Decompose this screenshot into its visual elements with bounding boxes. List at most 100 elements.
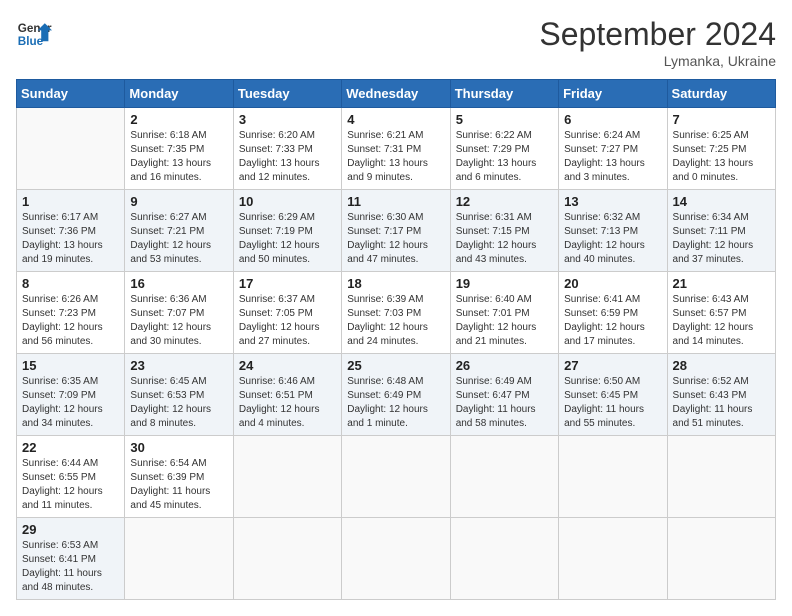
day-detail: Sunrise: 6:41 AM Sunset: 6:59 PM Dayligh… — [564, 293, 661, 349]
calendar-cell: 2Sunrise: 6:18 AM Sunset: 7:35 PM Daylig… — [125, 108, 233, 190]
calendar-cell — [125, 518, 233, 600]
day-number: 8 — [22, 276, 119, 291]
day-detail: Sunrise: 6:21 AM Sunset: 7:31 PM Dayligh… — [347, 129, 444, 185]
day-number: 23 — [130, 358, 227, 373]
calendar-cell — [559, 436, 667, 518]
calendar-cell: 4 Sunrise: 6:21 AM Sunset: 7:31 PM Daylig… — [342, 108, 450, 190]
day-detail: Sunrise: 6:17 AM Sunset: 7:36 PM Dayligh… — [22, 211, 119, 267]
day-number: 21 — [673, 276, 770, 291]
month-title: September 2024 — [539, 16, 776, 53]
calendar-cell: 19 Sunrise: 6:40 AM Sunset: 7:01 PM Dayli… — [450, 272, 558, 354]
page-header: General Blue General September 2024 Lyma… — [16, 16, 776, 69]
day-detail: Sunrise: 6:34 AM Sunset: 7:11 PM Dayligh… — [673, 211, 770, 267]
day-number: 14 — [673, 194, 770, 209]
calendar-cell — [17, 108, 125, 190]
calendar-body: 2Sunrise: 6:18 AM Sunset: 7:35 PM Daylig… — [17, 108, 776, 600]
calendar-cell — [233, 518, 341, 600]
day-detail: Sunrise: 6:46 AM Sunset: 6:51 PM Dayligh… — [239, 375, 336, 431]
col-header-sunday: Sunday — [17, 80, 125, 108]
calendar-cell: 23 Sunrise: 6:45 AM Sunset: 6:53 PM Dayli… — [125, 354, 233, 436]
calendar-cell: 10Sunrise: 6:29 AM Sunset: 7:19 PM Dayli… — [233, 190, 341, 272]
logo: General Blue General — [16, 16, 52, 52]
calendar-table: SundayMondayTuesdayWednesdayThursdayFrid… — [16, 79, 776, 600]
day-number: 11 — [347, 194, 444, 209]
day-detail: Sunrise: 6:26 AM Sunset: 7:23 PM Dayligh… — [22, 293, 119, 349]
day-number: 22 — [22, 440, 119, 455]
day-number: 12 — [456, 194, 553, 209]
day-number: 6 — [564, 112, 661, 127]
calendar-week-1: 1 Sunrise: 6:17 AM Sunset: 7:36 PM Daylig… — [17, 190, 776, 272]
day-detail: Sunrise: 6:49 AM Sunset: 6:47 PM Dayligh… — [456, 375, 553, 431]
calendar-cell: 24 Sunrise: 6:46 AM Sunset: 6:51 PM Dayli… — [233, 354, 341, 436]
calendar-cell — [342, 436, 450, 518]
col-header-tuesday: Tuesday — [233, 80, 341, 108]
day-detail: Sunrise: 6:27 AM Sunset: 7:21 PM Dayligh… — [130, 211, 227, 267]
day-detail: Sunrise: 6:29 AM Sunset: 7:19 PM Dayligh… — [239, 211, 336, 267]
calendar-cell: 15Sunrise: 6:35 AM Sunset: 7:09 PM Dayli… — [17, 354, 125, 436]
day-number: 24 — [239, 358, 336, 373]
day-detail: Sunrise: 6:43 AM Sunset: 6:57 PM Dayligh… — [673, 293, 770, 349]
day-detail: Sunrise: 6:40 AM Sunset: 7:01 PM Dayligh… — [456, 293, 553, 349]
calendar-week-2: 8 Sunrise: 6:26 AM Sunset: 7:23 PM Daylig… — [17, 272, 776, 354]
calendar-week-5: 29Sunrise: 6:53 AM Sunset: 6:41 PM Dayli… — [17, 518, 776, 600]
calendar-cell: 13 Sunrise: 6:32 AM Sunset: 7:13 PM Dayli… — [559, 190, 667, 272]
day-detail: Sunrise: 6:53 AM Sunset: 6:41 PM Dayligh… — [22, 539, 119, 595]
day-number: 9 — [130, 194, 227, 209]
day-number: 5 — [456, 112, 553, 127]
day-number: 26 — [456, 358, 553, 373]
calendar-week-3: 15Sunrise: 6:35 AM Sunset: 7:09 PM Dayli… — [17, 354, 776, 436]
day-detail: Sunrise: 6:39 AM Sunset: 7:03 PM Dayligh… — [347, 293, 444, 349]
calendar-cell: 11Sunrise: 6:30 AM Sunset: 7:17 PM Dayli… — [342, 190, 450, 272]
day-detail: Sunrise: 6:22 AM Sunset: 7:29 PM Dayligh… — [456, 129, 553, 185]
day-detail: Sunrise: 6:32 AM Sunset: 7:13 PM Dayligh… — [564, 211, 661, 267]
day-detail: Sunrise: 6:36 AM Sunset: 7:07 PM Dayligh… — [130, 293, 227, 349]
col-header-saturday: Saturday — [667, 80, 775, 108]
calendar-cell: 14 Sunrise: 6:34 AM Sunset: 7:11 PM Dayli… — [667, 190, 775, 272]
day-number: 30 — [130, 440, 227, 455]
day-number: 20 — [564, 276, 661, 291]
day-detail: Sunrise: 6:37 AM Sunset: 7:05 PM Dayligh… — [239, 293, 336, 349]
day-number: 19 — [456, 276, 553, 291]
calendar-cell: 21 Sunrise: 6:43 AM Sunset: 6:57 PM Dayli… — [667, 272, 775, 354]
day-detail: Sunrise: 6:52 AM Sunset: 6:43 PM Dayligh… — [673, 375, 770, 431]
logo-icon: General Blue — [16, 16, 52, 52]
calendar-cell: 3Sunrise: 6:20 AM Sunset: 7:33 PM Daylig… — [233, 108, 341, 190]
location-subtitle: Lymanka, Ukraine — [539, 53, 776, 69]
calendar-cell: 22 Sunrise: 6:44 AM Sunset: 6:55 PM Dayli… — [17, 436, 125, 518]
calendar-cell: 27 Sunrise: 6:50 AM Sunset: 6:45 PM Dayli… — [559, 354, 667, 436]
day-detail: Sunrise: 6:18 AM Sunset: 7:35 PM Dayligh… — [130, 129, 227, 185]
day-detail: Sunrise: 6:54 AM Sunset: 6:39 PM Dayligh… — [130, 457, 227, 513]
calendar-header-row: SundayMondayTuesdayWednesdayThursdayFrid… — [17, 80, 776, 108]
day-detail: Sunrise: 6:24 AM Sunset: 7:27 PM Dayligh… — [564, 129, 661, 185]
calendar-cell: 1 Sunrise: 6:17 AM Sunset: 7:36 PM Daylig… — [17, 190, 125, 272]
calendar-cell — [667, 436, 775, 518]
calendar-cell: 12 Sunrise: 6:31 AM Sunset: 7:15 PM Dayli… — [450, 190, 558, 272]
calendar-week-4: 22 Sunrise: 6:44 AM Sunset: 6:55 PM Dayli… — [17, 436, 776, 518]
day-detail: Sunrise: 6:31 AM Sunset: 7:15 PM Dayligh… — [456, 211, 553, 267]
day-number: 4 — [347, 112, 444, 127]
calendar-cell: 17 Sunrise: 6:37 AM Sunset: 7:05 PM Dayli… — [233, 272, 341, 354]
calendar-cell: 28 Sunrise: 6:52 AM Sunset: 6:43 PM Dayli… — [667, 354, 775, 436]
day-number: 7 — [673, 112, 770, 127]
day-detail: Sunrise: 6:45 AM Sunset: 6:53 PM Dayligh… — [130, 375, 227, 431]
calendar-cell — [450, 518, 558, 600]
calendar-cell — [667, 518, 775, 600]
calendar-cell: 6 Sunrise: 6:24 AM Sunset: 7:27 PM Daylig… — [559, 108, 667, 190]
calendar-cell: 25Sunrise: 6:48 AM Sunset: 6:49 PM Dayli… — [342, 354, 450, 436]
col-header-monday: Monday — [125, 80, 233, 108]
day-detail: Sunrise: 6:50 AM Sunset: 6:45 PM Dayligh… — [564, 375, 661, 431]
col-header-wednesday: Wednesday — [342, 80, 450, 108]
day-number: 1 — [22, 194, 119, 209]
day-number: 13 — [564, 194, 661, 209]
calendar-cell — [233, 436, 341, 518]
day-number: 25 — [347, 358, 444, 373]
calendar-cell: 30 Sunrise: 6:54 AM Sunset: 6:39 PM Dayli… — [125, 436, 233, 518]
day-detail: Sunrise: 6:44 AM Sunset: 6:55 PM Dayligh… — [22, 457, 119, 513]
day-number: 28 — [673, 358, 770, 373]
calendar-cell: 29Sunrise: 6:53 AM Sunset: 6:41 PM Dayli… — [17, 518, 125, 600]
day-number: 17 — [239, 276, 336, 291]
calendar-cell: 18Sunrise: 6:39 AM Sunset: 7:03 PM Dayli… — [342, 272, 450, 354]
col-header-thursday: Thursday — [450, 80, 558, 108]
day-number: 27 — [564, 358, 661, 373]
calendar-cell — [559, 518, 667, 600]
